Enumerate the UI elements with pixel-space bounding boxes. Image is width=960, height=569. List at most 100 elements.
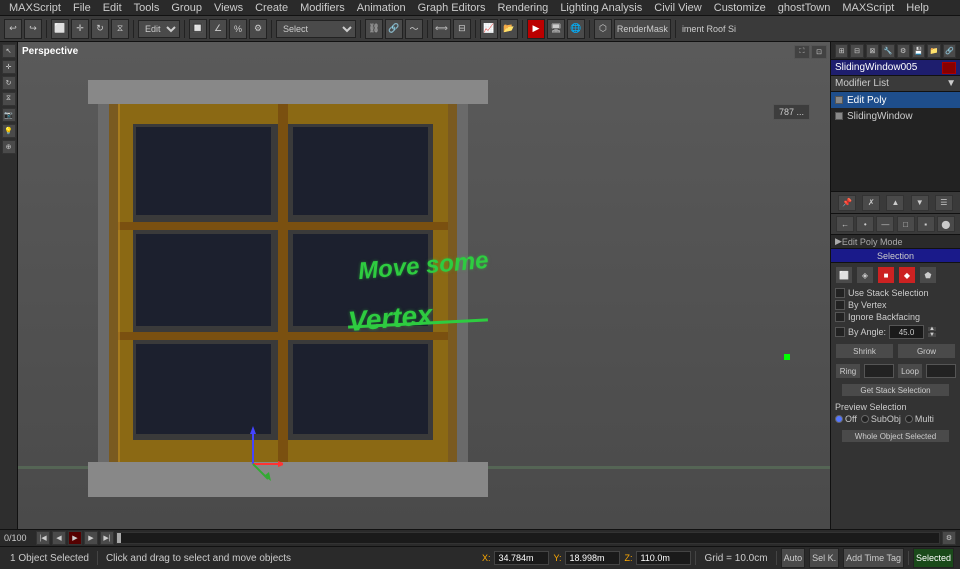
menu-modifiers[interactable]: Modifiers xyxy=(295,1,350,15)
mod-menu-btn[interactable]: ☰ xyxy=(935,195,953,211)
panel-btn-5[interactable]: ⚙ xyxy=(897,44,910,58)
left-btn-rotate[interactable]: ↻ xyxy=(2,76,16,90)
link-btn[interactable]: ⛓ xyxy=(365,19,383,39)
play-prev-key[interactable]: |◀ xyxy=(36,531,50,545)
select-btn[interactable]: ⬜ xyxy=(51,19,69,39)
menu-group[interactable]: Group xyxy=(166,1,207,15)
left-btn-select[interactable]: ↖ xyxy=(2,44,16,58)
maximize-vp-btn[interactable]: ⛶ xyxy=(794,45,810,59)
panel-btn-4[interactable]: 🔧 xyxy=(881,44,894,58)
radio-subobj[interactable]: SubObj xyxy=(861,414,901,424)
sel-btn-edge[interactable]: ◈ xyxy=(856,266,874,284)
mode-btn-poly[interactable]: ▪ xyxy=(917,216,935,232)
menu-views[interactable]: Views xyxy=(209,1,248,15)
play-next-frame[interactable]: ▶ xyxy=(84,531,98,545)
collapse-arrow[interactable]: ▶ xyxy=(835,236,842,247)
mod-pin-btn[interactable]: 📌 xyxy=(838,195,856,211)
mode-btn-border[interactable]: □ xyxy=(897,216,915,232)
panel-btn-1[interactable]: ⊞ xyxy=(835,44,848,58)
material-editor[interactable]: ⬡ xyxy=(594,19,612,39)
move-btn[interactable]: ✛ xyxy=(71,19,89,39)
menu-edit[interactable]: Edit xyxy=(98,1,127,15)
menu-animation[interactable]: Animation xyxy=(352,1,411,15)
percent-snap[interactable]: % xyxy=(229,19,247,39)
menu-ghosttown[interactable]: ghostTown xyxy=(773,1,836,15)
left-btn-helper[interactable]: ⊕ xyxy=(2,140,16,154)
left-btn-scale[interactable]: ⧖ xyxy=(2,92,16,106)
select-dropdown[interactable]: Select xyxy=(276,20,356,38)
add-time-tag-btn[interactable]: Add Time Tag xyxy=(843,548,904,568)
menu-graph-editors[interactable]: Graph Editors xyxy=(413,1,491,15)
scale-btn[interactable]: ⧖ xyxy=(111,19,129,39)
panel-btn-3[interactable]: ⊠ xyxy=(866,44,879,58)
panel-btn-7[interactable]: 📁 xyxy=(927,44,940,58)
selected-btn[interactable]: Selected xyxy=(913,548,954,568)
sel-btn-vertex[interactable]: ⬜ xyxy=(835,266,853,284)
menu-file[interactable]: File xyxy=(68,1,96,15)
panel-btn-6[interactable]: 💾 xyxy=(912,44,925,58)
modifier-stack[interactable]: Edit Poly SlidingWindow xyxy=(831,92,960,192)
menu-rendering[interactable]: Rendering xyxy=(493,1,554,15)
render-mask[interactable]: RenderMask xyxy=(614,19,671,39)
menu-civil[interactable]: Civil View xyxy=(649,1,706,15)
auto-key-btn[interactable]: Auto xyxy=(781,548,806,568)
mode-btn-vertex[interactable]: • xyxy=(856,216,874,232)
grow-btn[interactable]: Grow xyxy=(897,343,956,359)
set-key-btn[interactable]: Sel K. xyxy=(809,548,839,568)
mod-remove-btn[interactable]: ✗ xyxy=(862,195,880,211)
env-btn[interactable]: 🌐 xyxy=(567,19,585,39)
redo-btn[interactable]: ↪ xyxy=(24,19,42,39)
menu-maxscript-left[interactable]: MAXScript xyxy=(4,1,66,15)
sel-btn-poly[interactable]: ◆ xyxy=(898,266,916,284)
render-setup[interactable]: 🖥 xyxy=(547,19,565,39)
mode-btn-element[interactable]: ⬤ xyxy=(937,216,955,232)
loop-input[interactable] xyxy=(926,364,956,378)
ring-input[interactable] xyxy=(864,364,894,378)
spinner-snap[interactable]: ⚙ xyxy=(249,19,267,39)
loop-btn[interactable]: Loop xyxy=(897,363,923,379)
mirror-btn[interactable]: ⟺ xyxy=(432,19,451,39)
menu-tools[interactable]: Tools xyxy=(129,1,165,15)
play-prev-frame[interactable]: ◀ xyxy=(52,531,66,545)
mode-btn-1[interactable]: ← xyxy=(836,216,854,232)
use-stack-cb[interactable] xyxy=(835,288,845,298)
by-angle-cb[interactable] xyxy=(835,327,845,337)
modifier-dropdown-icon[interactable]: ▼ xyxy=(946,78,956,89)
shrink-btn[interactable]: Shrink xyxy=(835,343,894,359)
modifier-sliding-window[interactable]: SlidingWindow xyxy=(831,108,960,124)
sel-btn-border[interactable]: ■ xyxy=(877,266,895,284)
mod-up-btn[interactable]: ▲ xyxy=(886,195,904,211)
mod-down-btn[interactable]: ▼ xyxy=(911,195,929,211)
unlink-btn[interactable]: 🔗 xyxy=(385,19,403,39)
render-btn[interactable]: ▶ xyxy=(527,19,545,39)
modifier-edit-poly[interactable]: Edit Poly xyxy=(831,92,960,108)
mode-dropdown[interactable]: Edit xyxy=(138,20,180,38)
left-btn-camera[interactable]: 📷 xyxy=(2,108,16,122)
panel-btn-8[interactable]: 🔗 xyxy=(943,44,956,58)
timeline-track[interactable] xyxy=(116,532,940,544)
by-vertex-cb[interactable] xyxy=(835,300,845,310)
zoom-extents-btn[interactable]: ⊡ xyxy=(811,45,827,59)
layer-mgr[interactable]: 📂 xyxy=(500,19,518,39)
get-stack-sel-btn[interactable]: Get Stack Selection xyxy=(841,383,950,397)
mode-btn-edge[interactable]: — xyxy=(876,216,894,232)
play-next-key[interactable]: ▶| xyxy=(100,531,114,545)
left-btn-light[interactable]: 💡 xyxy=(2,124,16,138)
angle-down-btn[interactable]: ▼ xyxy=(927,332,937,338)
bind-space-warp[interactable]: 〜 xyxy=(405,19,423,39)
ring-btn[interactable]: Ring xyxy=(835,363,861,379)
menu-lighting[interactable]: Lighting Analysis xyxy=(555,1,647,15)
ignore-backfacing-cb[interactable] xyxy=(835,312,845,322)
object-color-swatch[interactable] xyxy=(942,62,956,74)
viewport[interactable]: Perspective xyxy=(18,42,830,529)
menu-help[interactable]: Help xyxy=(901,1,934,15)
panel-btn-2[interactable]: ⊟ xyxy=(850,44,863,58)
radio-off[interactable]: Off xyxy=(835,414,857,424)
snap-toggle[interactable]: 🔲 xyxy=(189,19,207,39)
menu-maxscript-right[interactable]: MAXScript xyxy=(837,1,899,15)
radio-multi[interactable]: Multi xyxy=(905,414,934,424)
menu-customize[interactable]: Customize xyxy=(709,1,771,15)
undo-btn[interactable]: ↩ xyxy=(4,19,22,39)
whole-object-btn[interactable]: Whole Object Selected xyxy=(841,429,950,443)
timeline-options[interactable]: ⚙ xyxy=(942,531,956,545)
